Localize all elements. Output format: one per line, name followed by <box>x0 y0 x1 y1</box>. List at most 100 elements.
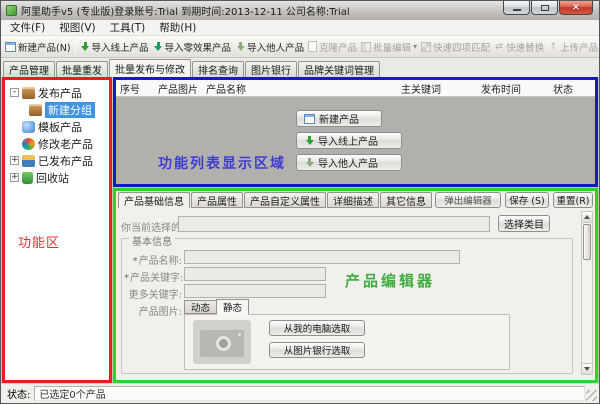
image-tab-dynamic[interactable]: 动态 <box>184 300 217 314</box>
tab-product-management[interactable]: 产品管理 <box>3 61 55 77</box>
tab-brand-keyword-management[interactable]: 品牌关键词管理 <box>298 61 380 77</box>
menu-item-view[interactable]: 视图(V) <box>52 19 102 36</box>
import-online-products-button[interactable]: 导入线上产品 <box>296 132 402 149</box>
product-editor-panel: 产品基础信息 产品属性 产品自定义属性 详细描述 其它信息 弹出编辑器 保存 (… <box>113 188 598 383</box>
toolbar-quick-replace-button[interactable]: ⇄ 快速替换 <box>492 39 546 55</box>
reset-button[interactable]: 重置(R) <box>553 192 593 208</box>
select-from-computer-button[interactable]: 从我的电脑选取 <box>269 320 365 336</box>
close-button[interactable]: × <box>559 1 593 15</box>
import-others-icon <box>235 42 245 52</box>
toolbar-new-product-button[interactable]: 新建产品(N) <box>3 39 73 55</box>
toolbar-upload-button[interactable]: ↑ 上传产品 <box>546 39 599 55</box>
tab-batch-resend[interactable]: 批量重发 <box>56 61 108 77</box>
column-status[interactable]: 状态 <box>549 81 595 96</box>
toolbar-batch-edit-button[interactable]: 批量编辑 ▾ <box>359 39 419 55</box>
column-serial[interactable]: 序号 <box>116 81 154 96</box>
etab-basic-info[interactable]: 产品基础信息 <box>118 192 190 208</box>
column-main-keyword[interactable]: 主关键词 <box>397 81 477 96</box>
new-product-button[interactable]: 新建产品 <box>296 110 382 127</box>
etab-description[interactable]: 详细描述 <box>327 192 379 208</box>
etab-attributes[interactable]: 产品属性 <box>191 192 243 208</box>
function-tree: - 发布产品 新建分组 模板产品 修改老产品 <box>5 80 109 186</box>
quick-action-buttons: 新建产品 导入线上产品 导入他人产品 <box>296 110 402 171</box>
tree-item-template-products[interactable]: 模板产品 <box>5 118 109 135</box>
group-label: 基本信息 <box>129 233 175 248</box>
etab-other-info[interactable]: 其它信息 <box>380 192 432 208</box>
status-label: 状态: <box>7 386 30 401</box>
save-button[interactable]: 保存 (S) <box>505 192 549 208</box>
scrollbar-thumb[interactable] <box>583 224 591 260</box>
image-tab-panel: 从我的电脑选取 从图片银行选取 <box>184 314 510 370</box>
status-bar: 状态: 已选定0个产品 <box>1 383 599 403</box>
new-window-icon <box>5 42 16 52</box>
quick-replace-icon: ⇄ <box>494 42 504 52</box>
toolbar-import-zero-effect-button[interactable]: 导入零效果产品 <box>151 39 234 55</box>
app-icon <box>6 5 17 16</box>
import-others-products-button[interactable]: 导入他人产品 <box>296 154 402 171</box>
menu-item-file[interactable]: 文件(F) <box>3 19 52 36</box>
more-keywords-label: 更多关键字: <box>124 286 182 301</box>
tree-item-new-group[interactable]: 新建分组 <box>5 101 109 118</box>
expand-icon[interactable]: + <box>10 173 19 182</box>
annotation-function-area: 功能区 <box>18 232 60 251</box>
collapse-icon[interactable]: - <box>10 88 19 97</box>
tree-item-publish-products[interactable]: - 发布产品 <box>5 84 109 101</box>
product-image-label: 产品图片: <box>124 303 182 318</box>
tab-image-bank[interactable]: 图片银行 <box>245 61 297 77</box>
package-icon <box>22 87 35 99</box>
column-publish-time[interactable]: 发布时间 <box>477 81 549 96</box>
modify-icon <box>22 138 35 150</box>
expand-icon[interactable]: + <box>10 156 19 165</box>
tree-item-modify-old-products[interactable]: 修改老产品 <box>5 135 109 152</box>
template-icon <box>22 121 35 133</box>
select-from-image-bank-button[interactable]: 从图片银行选取 <box>269 342 365 358</box>
dropdown-arrow-icon: ▾ <box>413 42 417 51</box>
product-name-input[interactable] <box>184 250 460 264</box>
list-header: 序号 产品图片 产品名称 主关键词 发布时间 状态 <box>116 80 595 97</box>
toolbar: 新建产品(N) 导入线上产品 导入零效果产品 导入他人产品 克隆产品 批量编辑 … <box>1 36 599 58</box>
maximize-icon <box>541 5 549 11</box>
popup-editor-button[interactable]: 弹出编辑器 <box>435 192 501 208</box>
sidebar: - 发布产品 新建分组 模板产品 修改老产品 <box>2 77 112 383</box>
more-keywords-input[interactable] <box>184 284 326 298</box>
import-online-icon <box>304 136 314 146</box>
vertical-scrollbar[interactable] <box>581 211 593 375</box>
titlebar[interactable]: 阿里助手v5 (专业版)登录账号:Trial 到期时间:2013-12-11 公… <box>1 1 599 20</box>
minimize-icon <box>513 9 521 11</box>
menu-item-help[interactable]: 帮助(H) <box>152 19 203 36</box>
tab-batch-publish-modify[interactable]: 批量发布与修改 <box>109 59 191 77</box>
main-tab-bar: 产品管理 批量重发 批量发布与修改 排名查询 图片银行 品牌关键词管理 <box>1 58 599 77</box>
menu-item-tools[interactable]: 工具(T) <box>103 19 153 36</box>
tab-ranking-query[interactable]: 排名查询 <box>192 61 244 77</box>
scroll-up-icon[interactable] <box>582 212 592 223</box>
tree-item-recycle-bin[interactable]: + 回收站 <box>5 169 109 186</box>
scroll-down-icon[interactable] <box>582 363 592 374</box>
package-icon <box>29 104 42 116</box>
column-product-image[interactable]: 产品图片 <box>154 81 202 96</box>
toolbar-import-others-button[interactable]: 导入他人产品 <box>233 39 306 55</box>
selected-tree-label: 新建分组 <box>45 102 95 118</box>
new-window-icon <box>304 114 315 124</box>
product-keyword-input[interactable] <box>184 267 326 281</box>
close-icon: × <box>572 2 580 14</box>
menu-bar: 文件(F) 视图(V) 工具(T) 帮助(H) <box>1 20 599 36</box>
resize-grip-icon[interactable] <box>586 390 597 401</box>
column-product-name[interactable]: 产品名称 <box>202 81 397 96</box>
clone-icon <box>308 41 317 52</box>
toolbar-clone-button[interactable]: 克隆产品 <box>306 39 359 55</box>
maximize-button[interactable] <box>531 1 558 15</box>
minimize-button[interactable] <box>503 1 530 15</box>
right-column: 序号 产品图片 产品名称 主关键词 发布时间 状态 新建产品 <box>113 77 598 383</box>
select-category-button[interactable]: 选择类目 <box>498 215 550 232</box>
toolbar-import-online-button[interactable]: 导入线上产品 <box>78 39 151 55</box>
toolbar-quick-match-button[interactable]: 快速四项匹配 <box>419 39 492 55</box>
required-mark: * <box>133 256 138 267</box>
tree-item-published-products[interactable]: + 已发布产品 <box>5 152 109 169</box>
basic-info-group: 基本信息 *产品名称: *产品关键字: 更多关键字: 产品编辑器 产品图片: 动… <box>121 238 573 374</box>
import-online-icon <box>80 42 90 52</box>
current-selection-input[interactable] <box>178 216 490 232</box>
image-tab-static[interactable]: 静态 <box>216 299 249 315</box>
camera-placeholder-icon <box>193 320 251 364</box>
etab-custom-attributes[interactable]: 产品自定义属性 <box>244 192 326 208</box>
upload-icon: ↑ <box>548 42 558 52</box>
